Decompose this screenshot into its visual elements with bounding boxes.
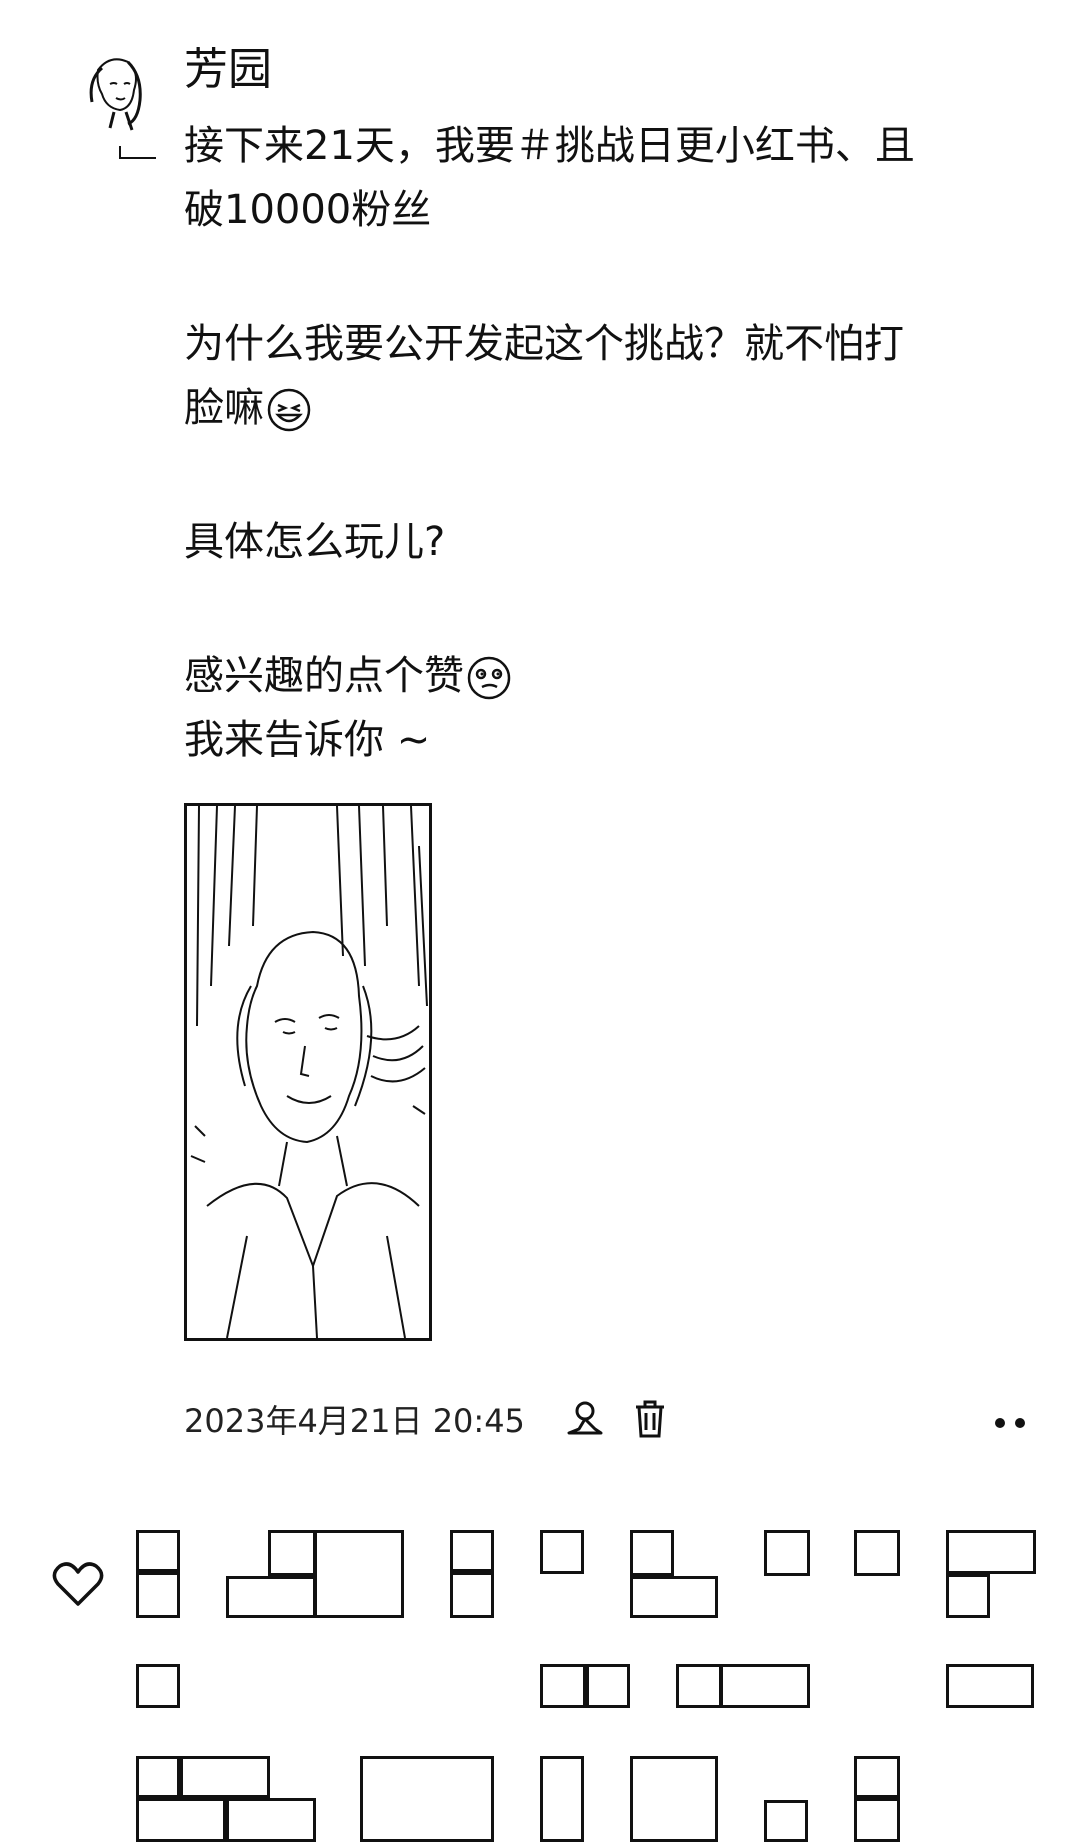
- post-line: 感兴趣的点个赞: [184, 653, 464, 699]
- liker-avatar[interactable]: [314, 1530, 404, 1618]
- post-line: 脸嘛: [184, 385, 264, 431]
- liker-avatar[interactable]: [630, 1530, 674, 1576]
- portrait-image: [190, 806, 428, 1338]
- smirk-emoji-icon: [467, 656, 511, 700]
- liker-avatar[interactable]: [360, 1756, 494, 1842]
- post-line: 接下来21天，我要＃挑战日更小红书、且: [184, 123, 915, 169]
- liker-avatar[interactable]: [540, 1664, 586, 1708]
- liker-avatar[interactable]: [946, 1664, 1034, 1708]
- more-dots-icon[interactable]: [980, 1406, 1040, 1440]
- liker-avatar[interactable]: [180, 1756, 270, 1798]
- liker-avatar[interactable]: [854, 1756, 900, 1798]
- post-line: 具体怎么玩儿?: [184, 519, 446, 565]
- liker-avatar[interactable]: [676, 1664, 722, 1708]
- liker-avatar[interactable]: [136, 1798, 226, 1842]
- liker-avatar[interactable]: [854, 1798, 900, 1842]
- liker-avatar[interactable]: [450, 1530, 494, 1572]
- liker-avatar[interactable]: [268, 1530, 316, 1576]
- liker-avatar[interactable]: [450, 1572, 494, 1618]
- post-line: 为什么我要公开发起这个挑战？就不怕打: [184, 321, 904, 367]
- more-dot: [995, 1418, 1005, 1428]
- liker-avatar[interactable]: [630, 1576, 718, 1618]
- post-meta-row: 2023年4月21日 20:45: [184, 1394, 667, 1444]
- liker-avatar[interactable]: [136, 1572, 180, 1618]
- post-line: 我来告诉你 ~: [184, 717, 431, 763]
- liker-avatar[interactable]: [226, 1798, 316, 1842]
- post-photo[interactable]: [184, 803, 432, 1341]
- liker-avatar[interactable]: [764, 1530, 810, 1576]
- more-dot: [1015, 1418, 1025, 1428]
- liker-avatar[interactable]: [586, 1664, 630, 1708]
- heart-outline-icon[interactable]: [52, 1560, 104, 1608]
- liker-avatar[interactable]: [946, 1530, 1036, 1574]
- liker-avatar[interactable]: [854, 1530, 900, 1576]
- liker-avatar[interactable]: [946, 1574, 990, 1618]
- post-timestamp: 2023年4月21日 20:45: [184, 1402, 525, 1440]
- liker-avatar[interactable]: [226, 1576, 316, 1618]
- liker-avatar[interactable]: [720, 1664, 810, 1708]
- author-name[interactable]: 芳园: [184, 44, 272, 96]
- post-line: 破10000粉丝: [184, 187, 432, 233]
- liker-avatar[interactable]: [540, 1756, 584, 1842]
- liker-avatar[interactable]: [630, 1756, 718, 1842]
- liker-avatar[interactable]: [764, 1800, 808, 1842]
- laughing-emoji-icon: [267, 388, 311, 432]
- liker-avatar[interactable]: [540, 1530, 584, 1574]
- liker-avatar[interactable]: [136, 1756, 180, 1798]
- person-visibility-icon[interactable]: [565, 1399, 605, 1439]
- trash-icon[interactable]: [633, 1399, 667, 1439]
- liker-avatar[interactable]: [136, 1664, 180, 1708]
- author-avatar[interactable]: [80, 50, 162, 162]
- post-content: 接下来21天，我要＃挑战日更小红书、且 破10000粉丝 为什么我要公开发起这个…: [184, 114, 1024, 772]
- liker-avatar[interactable]: [136, 1530, 180, 1572]
